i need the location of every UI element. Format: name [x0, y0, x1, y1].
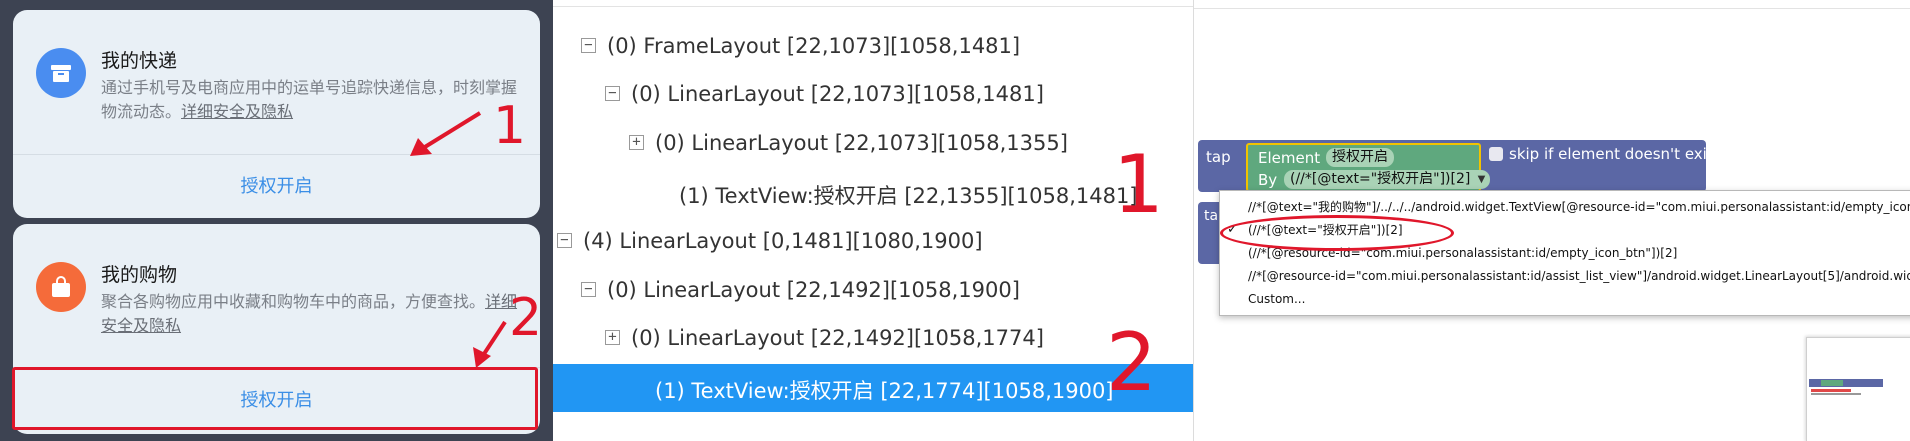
- tree-node-label: (4) LinearLayout [0,1481][1080,1900]: [583, 229, 983, 253]
- tree-row[interactable]: (1) TextView:授权开启 [22,1774][1058,1900]: [553, 364, 1193, 412]
- dropdown-option[interactable]: Custom...: [1220, 287, 1910, 311]
- dropdown-option-label: Custom...: [1248, 292, 1306, 306]
- tap-block[interactable]: tap Element 授权开启 By (//*[@text="授权开启"])[…: [1198, 140, 1721, 192]
- workspace-divider: [1194, 8, 1910, 9]
- expand-icon[interactable]: +: [605, 330, 620, 345]
- annotation-number: 2: [1106, 316, 1157, 409]
- by-selector-dropdown[interactable]: (//*[@text="授权开启"])[2] ▼: [1284, 170, 1491, 189]
- tree-row[interactable]: + (0) LinearLayout [22,1492][1058,1774]: [553, 315, 1193, 363]
- tree-node-label: (0) LinearLayout [22,1492][1058,1900]: [607, 278, 1020, 302]
- workspace-minimap[interactable]: [1806, 337, 1910, 441]
- by-label: By: [1258, 171, 1278, 189]
- tree-node-label: (0) LinearLayout [22,1073][1058,1481]: [631, 82, 1044, 106]
- tree-node-label: (0) LinearLayout [22,1073][1058,1355]: [655, 131, 1068, 155]
- collapse-icon[interactable]: −: [581, 282, 596, 297]
- tree-node-label: (1) TextView:授权开启 [22,1355][1058,1481]: [679, 184, 1138, 208]
- annotation-number: 1: [493, 96, 527, 156]
- element-block[interactable]: Element 授权开启 By (//*[@text="授权开启"])[2] ▼: [1246, 143, 1491, 192]
- dropdown-option[interactable]: //*[@resource-id="com.miui.personalassis…: [1220, 264, 1910, 288]
- tree-node-label: (1) TextView:授权开启 [22,1774][1058,1900]: [655, 379, 1114, 403]
- annotation-number: 1: [1113, 138, 1164, 231]
- selector-dropdown-menu: //*[@text="我的购物"]/../../../android.widge…: [1219, 190, 1910, 316]
- skip-checkbox[interactable]: [1489, 147, 1503, 161]
- tree-row[interactable]: − (0) LinearLayout [22,1492][1058,1900]: [553, 267, 1193, 315]
- tree-divider: [553, 6, 1193, 7]
- element-label: Element: [1258, 149, 1321, 167]
- tree-row[interactable]: + (0) LinearLayout [22,1073][1058,1355]: [553, 120, 1193, 168]
- tap-label: tap: [1206, 148, 1231, 166]
- expand-icon[interactable]: +: [629, 135, 644, 150]
- collapse-icon[interactable]: −: [557, 233, 572, 248]
- dropdown-option-label: //*[@text="我的购物"]/../../../android.widge…: [1248, 200, 1910, 214]
- tree-row[interactable]: − (0) FrameLayout [22,1073][1058,1481]: [553, 23, 1193, 71]
- tree-row[interactable]: − (0) LinearLayout [22,1073][1058,1481]: [553, 71, 1193, 119]
- tree-node-label: (0) LinearLayout [22,1492][1058,1774]: [631, 326, 1044, 350]
- chevron-down-icon: ▼: [1477, 174, 1486, 185]
- tree-row[interactable]: (1) TextView:授权开启 [22,1355][1058,1481]: [553, 169, 1193, 217]
- highlight-ellipse: [1220, 215, 1454, 251]
- minimap-preview: [1809, 379, 1883, 395]
- blockly-workspace: ta tap Element 授权开启 By (//*[@text="授权开启"…: [1193, 0, 1910, 441]
- ui-hierarchy-tree: − (0) FrameLayout [22,1073][1058,1481] − (0…: [553, 0, 1193, 441]
- dropdown-option-label: //*[@resource-id="com.miui.personalassis…: [1248, 269, 1910, 283]
- annotation-arrows: [410, 111, 507, 368]
- tree-row[interactable]: − (4) LinearLayout [0,1481][1080,1900]: [553, 218, 1193, 266]
- annotation-number: 2: [509, 288, 543, 348]
- collapse-icon[interactable]: −: [605, 86, 620, 101]
- collapse-icon[interactable]: −: [581, 38, 596, 53]
- tree-node-label: (0) FrameLayout [22,1073][1058,1481]: [607, 34, 1021, 58]
- phone-screen-panel: 我的快递 通过手机号及电商应用中的运单号追踪快递信息，时刻掌握物流动态。详细安全…: [0, 0, 553, 441]
- skip-label: skip if element doesn't exist: [1509, 145, 1721, 163]
- tap-label: ta: [1204, 208, 1219, 224]
- element-value-field[interactable]: 授权开启: [1326, 148, 1394, 167]
